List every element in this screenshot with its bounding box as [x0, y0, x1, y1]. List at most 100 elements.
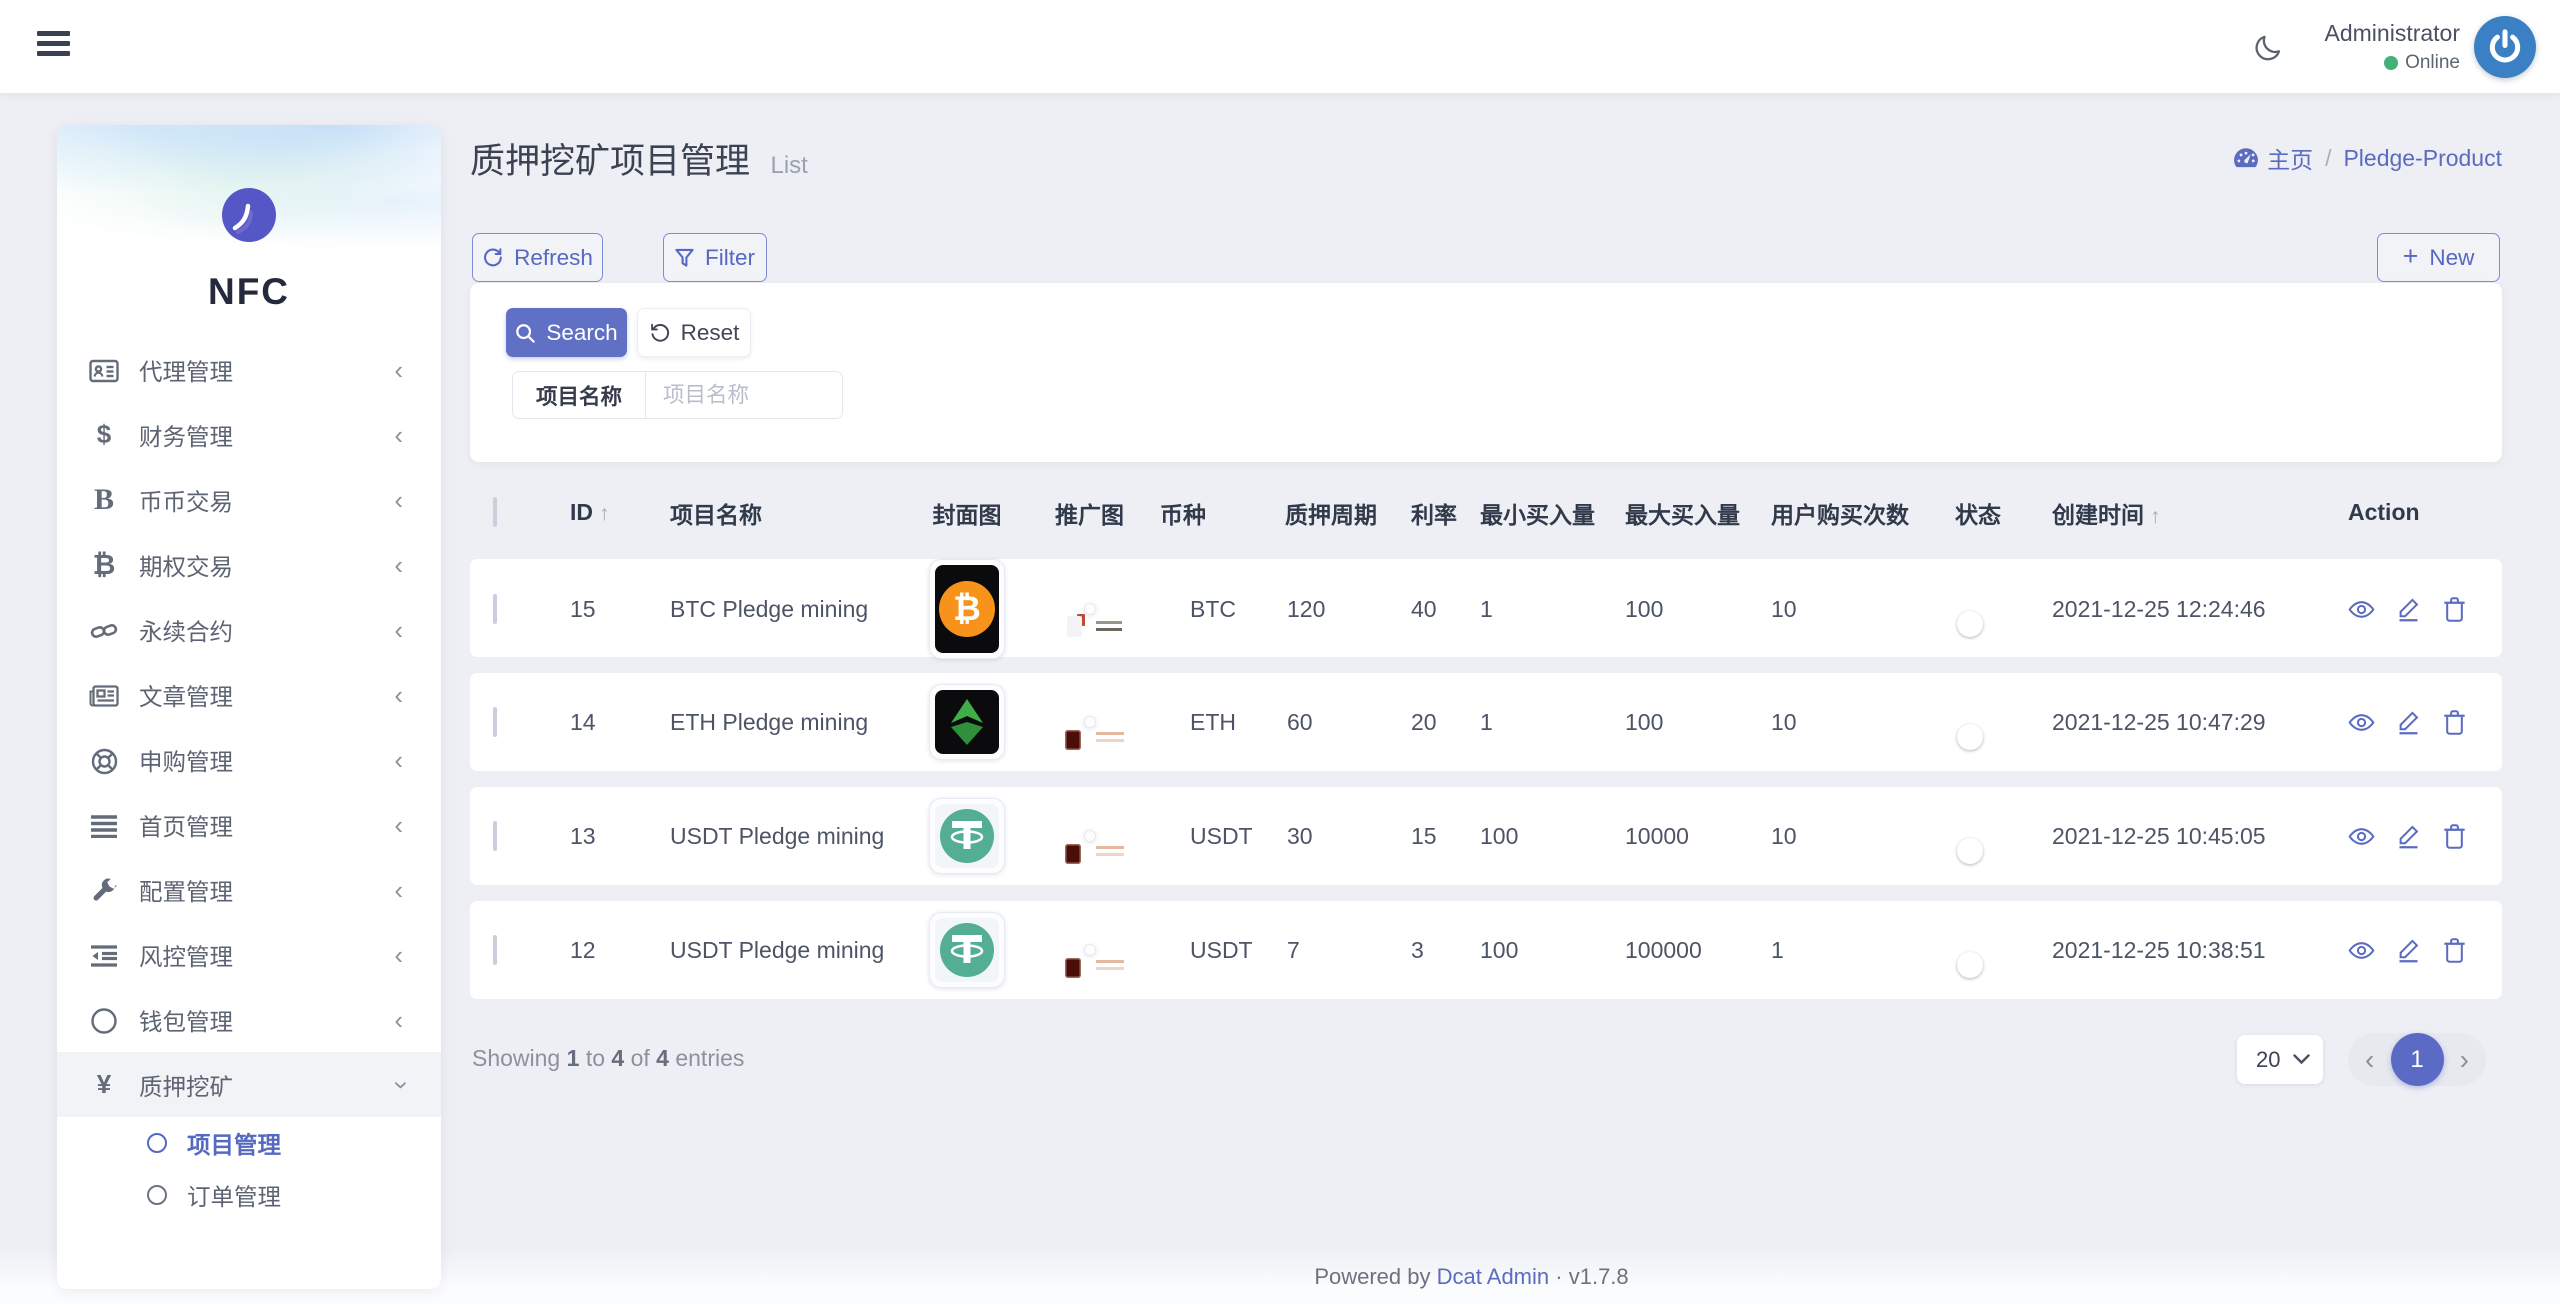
sidebar-item-homepage-management[interactable]: 首页管理 ‹: [57, 792, 441, 857]
edit-icon[interactable]: [2396, 823, 2421, 850]
toolbar: Refresh Filter + New: [470, 233, 2502, 282]
sidebar-item-spot-trading[interactable]: B 币币交易 ‹: [57, 467, 441, 532]
project-name-input[interactable]: [646, 372, 843, 418]
cell-name: USDT Pledge mining: [670, 936, 885, 963]
cell-created: 2021-12-25 12:24:46: [2052, 595, 2266, 622]
bars-icon: [86, 809, 122, 840]
promo-image[interactable]: [1064, 830, 1124, 864]
cell-created: 2021-12-25 10:47:29: [2052, 708, 2266, 735]
online-status-dot: [2384, 56, 2399, 70]
cover-image[interactable]: ₿: [929, 559, 1005, 659]
hamburger-menu-icon[interactable]: [37, 31, 71, 61]
breadcrumb-separator: /: [2325, 144, 2332, 171]
refresh-button[interactable]: Refresh: [472, 233, 603, 282]
row-checkbox[interactable]: [493, 820, 497, 851]
sidebar-item-finance-management[interactable]: $ 财务管理 ‹: [57, 402, 441, 467]
cell-period: 60: [1287, 708, 1313, 735]
page-title: 质押挖矿项目管理: [470, 142, 751, 181]
cover-image[interactable]: [929, 912, 1005, 988]
plus-icon: +: [2402, 240, 2419, 271]
edit-icon[interactable]: [2396, 596, 2421, 623]
edit-icon[interactable]: [2396, 709, 2421, 736]
cell-min-buy: 100: [1480, 822, 1519, 849]
chevron-left-icon: ‹: [394, 614, 403, 645]
cell-rate: 3: [1411, 936, 1424, 963]
delete-icon[interactable]: [2442, 709, 2467, 736]
cover-image[interactable]: [929, 684, 1005, 760]
chevron-left-icon: ‹: [394, 549, 403, 580]
edit-icon[interactable]: [2396, 937, 2421, 964]
cell-id: 13: [570, 822, 596, 849]
delete-icon[interactable]: [2442, 937, 2467, 964]
sidebar-item-subscription-management[interactable]: 申购管理 ‹: [57, 727, 441, 792]
promo-image[interactable]: [1066, 603, 1122, 637]
cell-coin: ETH: [1190, 708, 1236, 735]
table-header: ID ↑ 项目名称 封面图 推广图 币种 质押周期 利率 最小买入量 最大买入量 …: [470, 479, 2502, 546]
yen-icon: ¥: [96, 1069, 112, 1099]
avatar[interactable]: [2474, 16, 2536, 78]
breadcrumb-current[interactable]: Pledge-Product: [2343, 145, 2502, 172]
new-button[interactable]: + New: [2377, 233, 2500, 282]
search-button[interactable]: Search: [506, 308, 627, 357]
delete-icon[interactable]: [2442, 823, 2467, 850]
promo-image[interactable]: [1064, 944, 1124, 978]
refresh-icon: [484, 248, 502, 267]
cell-id: 14: [570, 708, 596, 735]
view-icon[interactable]: [2348, 596, 2375, 623]
select-all-checkbox[interactable]: [493, 497, 497, 527]
cell-max-buy: 100: [1625, 708, 1664, 735]
cover-image[interactable]: [929, 798, 1005, 874]
prev-page-button[interactable]: ‹: [2365, 1045, 2374, 1074]
sidebar-item-perpetual-contract[interactable]: 永续合约 ‹: [57, 597, 441, 662]
sidebar-item-agent-management[interactable]: 代理管理 ‹: [57, 337, 441, 402]
col-user-buy-times: 用户购买次数: [1771, 501, 1909, 528]
project-name-label: 项目名称: [513, 372, 647, 418]
filter-button[interactable]: Filter: [663, 233, 767, 282]
sidebar-item-config-management[interactable]: 配置管理 ‹: [57, 857, 441, 922]
cell-max-buy: 10000: [1625, 822, 1689, 849]
dcat-admin-link[interactable]: Dcat Admin: [1437, 1264, 1550, 1289]
row-checkbox[interactable]: [493, 934, 497, 965]
dashboard-icon: [2234, 148, 2258, 168]
undo-icon: [650, 323, 669, 342]
page-size-select[interactable]: 20: [2237, 1035, 2323, 1084]
col-promo: 推广图: [1055, 501, 1124, 528]
cell-min-buy: 1: [1480, 595, 1493, 622]
view-icon[interactable]: [2348, 709, 2375, 736]
cell-coin: BTC: [1190, 595, 1236, 622]
col-action: Action: [2348, 499, 2420, 525]
row-checkbox[interactable]: [493, 706, 497, 737]
row-checkbox[interactable]: [493, 593, 497, 624]
cell-min-buy: 1: [1480, 708, 1493, 735]
user-name: Administrator: [2324, 20, 2460, 46]
cell-rate: 40: [1411, 595, 1437, 622]
sidebar-subitem-order-management[interactable]: 订单管理: [57, 1169, 441, 1221]
page-subtitle: List: [770, 152, 808, 179]
sidebar-item-risk-management[interactable]: 风控管理 ‹: [57, 922, 441, 987]
sidebar-item-wallet-management[interactable]: 钱包管理 ‹: [57, 987, 441, 1052]
promo-image[interactable]: [1064, 716, 1124, 750]
sidebar-item-options-trading[interactable]: ₿ 期权交易 ‹: [57, 532, 441, 597]
breadcrumb-home-link[interactable]: 主页: [2233, 141, 2313, 175]
view-icon[interactable]: [2348, 937, 2375, 964]
dark-mode-moon-icon[interactable]: [2252, 32, 2284, 64]
funnel-icon: [675, 248, 694, 267]
chain-link-icon: [86, 614, 122, 645]
admin-screen: Administrator Online NFC 代理管理 ‹ $ 财务管理 ‹…: [0, 0, 2560, 1304]
delete-icon[interactable]: [2442, 596, 2467, 623]
current-page-button[interactable]: 1: [2390, 1033, 2444, 1086]
project-name-filter: 项目名称: [512, 371, 844, 419]
col-created[interactable]: 创建时间 ↑: [2036, 496, 2326, 530]
reset-button[interactable]: Reset: [637, 308, 751, 357]
sidebar-subitem-project-management[interactable]: 项目管理: [57, 1117, 441, 1169]
next-page-button[interactable]: ›: [2460, 1045, 2469, 1074]
sidebar-item-article-management[interactable]: 文章管理 ‹: [57, 662, 441, 727]
cell-created: 2021-12-25 10:45:05: [2052, 822, 2266, 849]
col-id[interactable]: ID ↑: [570, 499, 654, 526]
cell-user-buy-times: 10: [1771, 595, 1797, 622]
view-icon[interactable]: [2348, 823, 2375, 850]
sort-asc-icon: ↑: [599, 502, 610, 525]
sidebar-item-pledge-mining[interactable]: ¥ 质押挖矿 ‹: [57, 1052, 441, 1117]
powered-by-text: Powered by: [1314, 1264, 1431, 1289]
circle-outline-icon: [147, 1185, 167, 1205]
